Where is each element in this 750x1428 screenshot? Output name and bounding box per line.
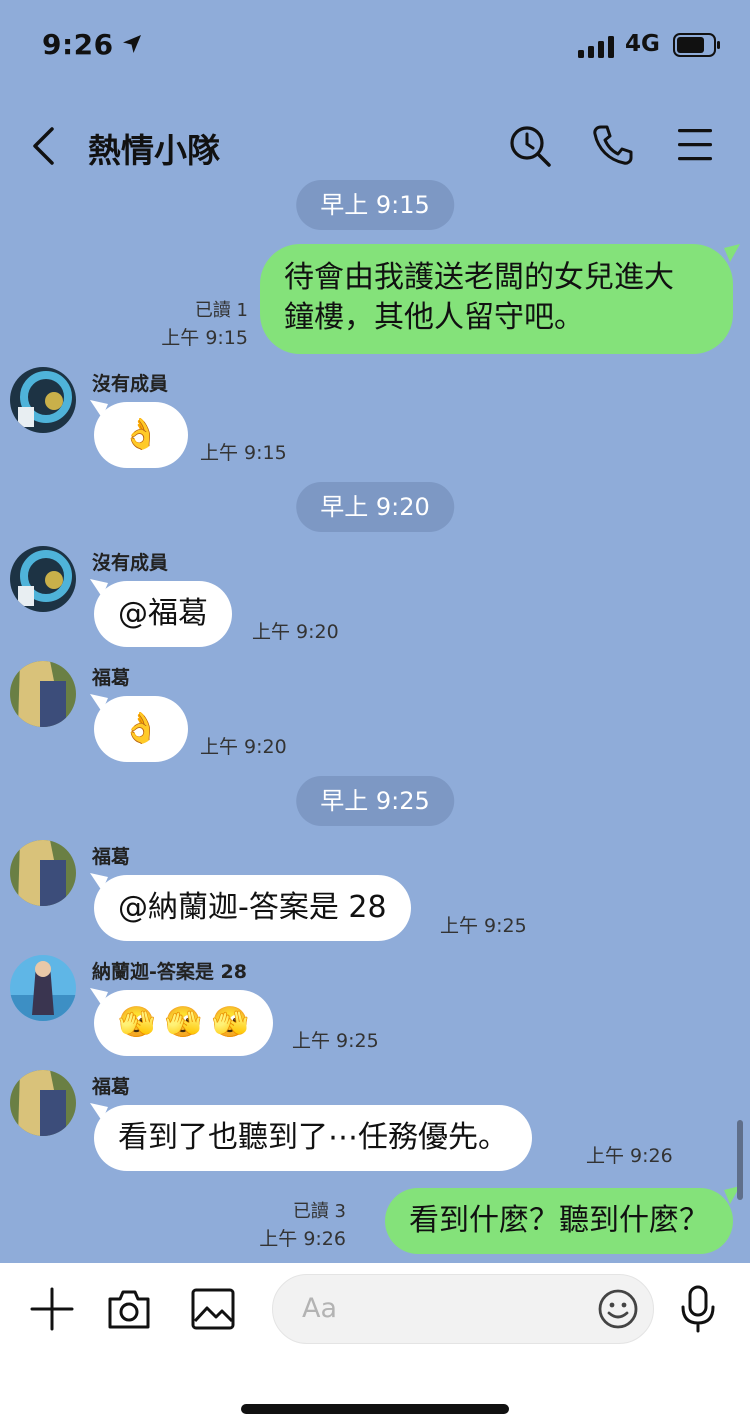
date-pill: 早上 9:15 — [296, 180, 454, 230]
chat-title: 熱情小隊 — [88, 131, 220, 170]
read-receipt: 已讀 3 — [292, 1201, 346, 1222]
message-outgoing: 待會由我護送老闆的女兒進大 鐘樓，其他人留守吧。 — [260, 244, 733, 354]
message-time: 上午 9:20 — [200, 736, 287, 758]
sender-name: 福葛 — [92, 846, 131, 868]
avatar[interactable] — [10, 367, 76, 433]
avatar[interactable] — [10, 661, 76, 727]
phone-icon[interactable] — [592, 124, 634, 166]
bubble-tail — [90, 873, 108, 891]
microphone-icon[interactable] — [678, 1285, 718, 1333]
sender-name: 沒有成員 — [92, 552, 169, 574]
menu-icon[interactable] — [676, 127, 714, 163]
input-placeholder: Aa — [302, 1293, 338, 1324]
read-receipt: 已讀 1 — [194, 300, 248, 321]
avatar[interactable] — [10, 955, 76, 1021]
plus-icon[interactable] — [30, 1287, 74, 1331]
message-incoming: @納蘭迦-答案是 28 — [94, 875, 411, 941]
battery-icon — [673, 33, 720, 57]
sender-name: 福葛 — [92, 1076, 131, 1098]
bubble-tail — [90, 400, 108, 418]
bubble-tail — [90, 988, 108, 1006]
emoji-icon[interactable] — [596, 1287, 640, 1331]
message-incoming: 🫣 🫣 🫣 — [94, 990, 274, 1056]
home-indicator — [241, 1404, 509, 1414]
image-icon[interactable] — [190, 1287, 236, 1331]
message-incoming: 看到了也聽到了⋯任務優先。 — [94, 1105, 532, 1171]
message-time: 上午 9:25 — [440, 915, 527, 937]
network-label: 4G — [625, 31, 660, 57]
status-time: 9:26 — [42, 28, 114, 61]
message-incoming: 👌 — [94, 696, 188, 762]
bubble-tail — [90, 694, 108, 712]
message-text-line: 待會由我護送老闆的女兒進大 — [284, 260, 674, 295]
sender-name: 納蘭迦-答案是 28 — [92, 961, 247, 983]
search-icon[interactable] — [508, 124, 552, 168]
message-time: 上午 9:26 — [259, 1228, 346, 1250]
message-time: 上午 9:15 — [200, 442, 287, 464]
bubble-tail — [90, 1103, 108, 1121]
bubble-tail — [724, 244, 740, 262]
message-time: 上午 9:25 — [292, 1030, 379, 1052]
avatar[interactable] — [10, 1070, 76, 1136]
avatar[interactable] — [10, 546, 76, 612]
bubble-tail — [90, 579, 108, 597]
back-icon[interactable] — [30, 126, 56, 166]
date-pill: 早上 9:20 — [296, 482, 454, 532]
camera-icon[interactable] — [106, 1287, 152, 1331]
avatar[interactable] — [10, 840, 76, 906]
signal-icon — [578, 36, 614, 58]
message-incoming: @福葛 — [94, 581, 232, 647]
scrollbar[interactable] — [737, 1120, 743, 1200]
location-arrow-icon — [123, 35, 141, 53]
date-pill: 早上 9:25 — [296, 776, 454, 826]
message-time: 上午 9:15 — [161, 327, 248, 349]
message-time: 上午 9:26 — [586, 1145, 673, 1167]
message-text-line: 鐘樓，其他人留守吧。 — [284, 300, 584, 335]
sender-name: 福葛 — [92, 667, 131, 689]
message-outgoing: 看到什麼？聽到什麼？ — [385, 1188, 733, 1254]
sender-name: 沒有成員 — [92, 373, 169, 395]
message-time: 上午 9:20 — [252, 621, 339, 643]
message-incoming: 👌 — [94, 402, 188, 468]
